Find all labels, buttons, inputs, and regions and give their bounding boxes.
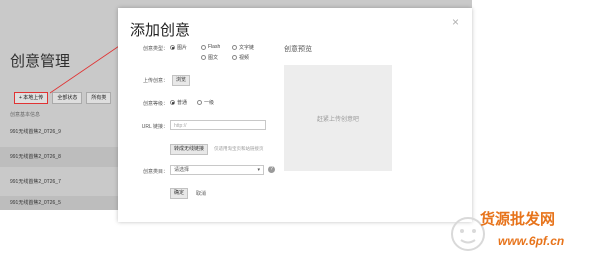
preview-area: 赶紧上传创意吧	[284, 65, 392, 171]
type-option-video[interactable]: 视频	[232, 54, 249, 61]
type-option-image[interactable]: 图片	[170, 44, 187, 51]
radio-icon	[232, 45, 237, 50]
radio-icon	[201, 44, 206, 50]
type-option-image-text[interactable]: 图文	[201, 54, 218, 61]
local-upload-button[interactable]: + 本地上传	[14, 92, 49, 104]
toolbar: + 本地上传 全部状态 所有类	[14, 92, 112, 104]
watermark-url: www.6pf.cn	[498, 234, 565, 248]
radio-icon	[197, 100, 202, 105]
preview-placeholder: 赶紧上传创意吧	[316, 116, 359, 123]
table-row[interactable]: 991无线首焦2_0T26_5	[0, 196, 118, 210]
radio-icon	[232, 55, 237, 60]
confirm-button[interactable]: 确定	[170, 188, 189, 199]
page-title: 创意管理	[10, 53, 71, 70]
convert-hint: 仅适用淘宝页和站链接页	[214, 146, 264, 151]
dialog-title: 添加创意	[130, 22, 191, 39]
type-filter-dropdown[interactable]: 所有类	[86, 92, 112, 104]
category-select[interactable]: 请选择 ▾	[170, 165, 264, 175]
add-creative-dialog: 添加创意 × 创意类型： 图片 Flash 文字链 图文 视频 上传创意： 浏览…	[118, 8, 472, 222]
chevron-down-icon: ▾	[257, 167, 260, 173]
watermark-text: 货源批发网	[480, 211, 556, 228]
browse-button[interactable]: 浏览	[172, 75, 191, 86]
radio-selected-icon	[170, 45, 175, 50]
preview-title: 创意预览	[284, 46, 312, 53]
close-icon[interactable]: ×	[452, 16, 459, 28]
level-option-normal[interactable]: 普通	[170, 99, 187, 106]
category-label: 创意类目：	[142, 169, 168, 175]
type-option-flash[interactable]: Flash	[201, 44, 220, 50]
level-option-first[interactable]: 一级	[197, 99, 214, 106]
convert-wireless-link-button[interactable]: 转成无线链接	[170, 144, 209, 155]
url-label: URL 链接：	[141, 124, 168, 130]
table-row[interactable]: 991无线首焦2_0T26_8	[0, 147, 118, 167]
column-header: 创意基本信息	[10, 112, 41, 118]
help-icon[interactable]: ?	[268, 166, 275, 173]
table-row[interactable]: 991无线首焦2_0T26_7	[0, 172, 118, 192]
type-option-textlink[interactable]: 文字链	[232, 44, 254, 51]
url-input[interactable]: http://	[170, 120, 266, 130]
radio-selected-icon	[170, 100, 175, 105]
upload-label: 上传创意：	[142, 78, 168, 84]
level-label: 创意等级：	[142, 101, 168, 107]
table-row[interactable]: 991无线首焦2_0T26_9	[0, 122, 118, 142]
status-filter-dropdown[interactable]: 全部状态	[52, 92, 83, 104]
cancel-link[interactable]: 取消	[196, 190, 206, 197]
creative-type-label: 创意类型：	[142, 46, 168, 52]
radio-icon	[201, 55, 206, 60]
